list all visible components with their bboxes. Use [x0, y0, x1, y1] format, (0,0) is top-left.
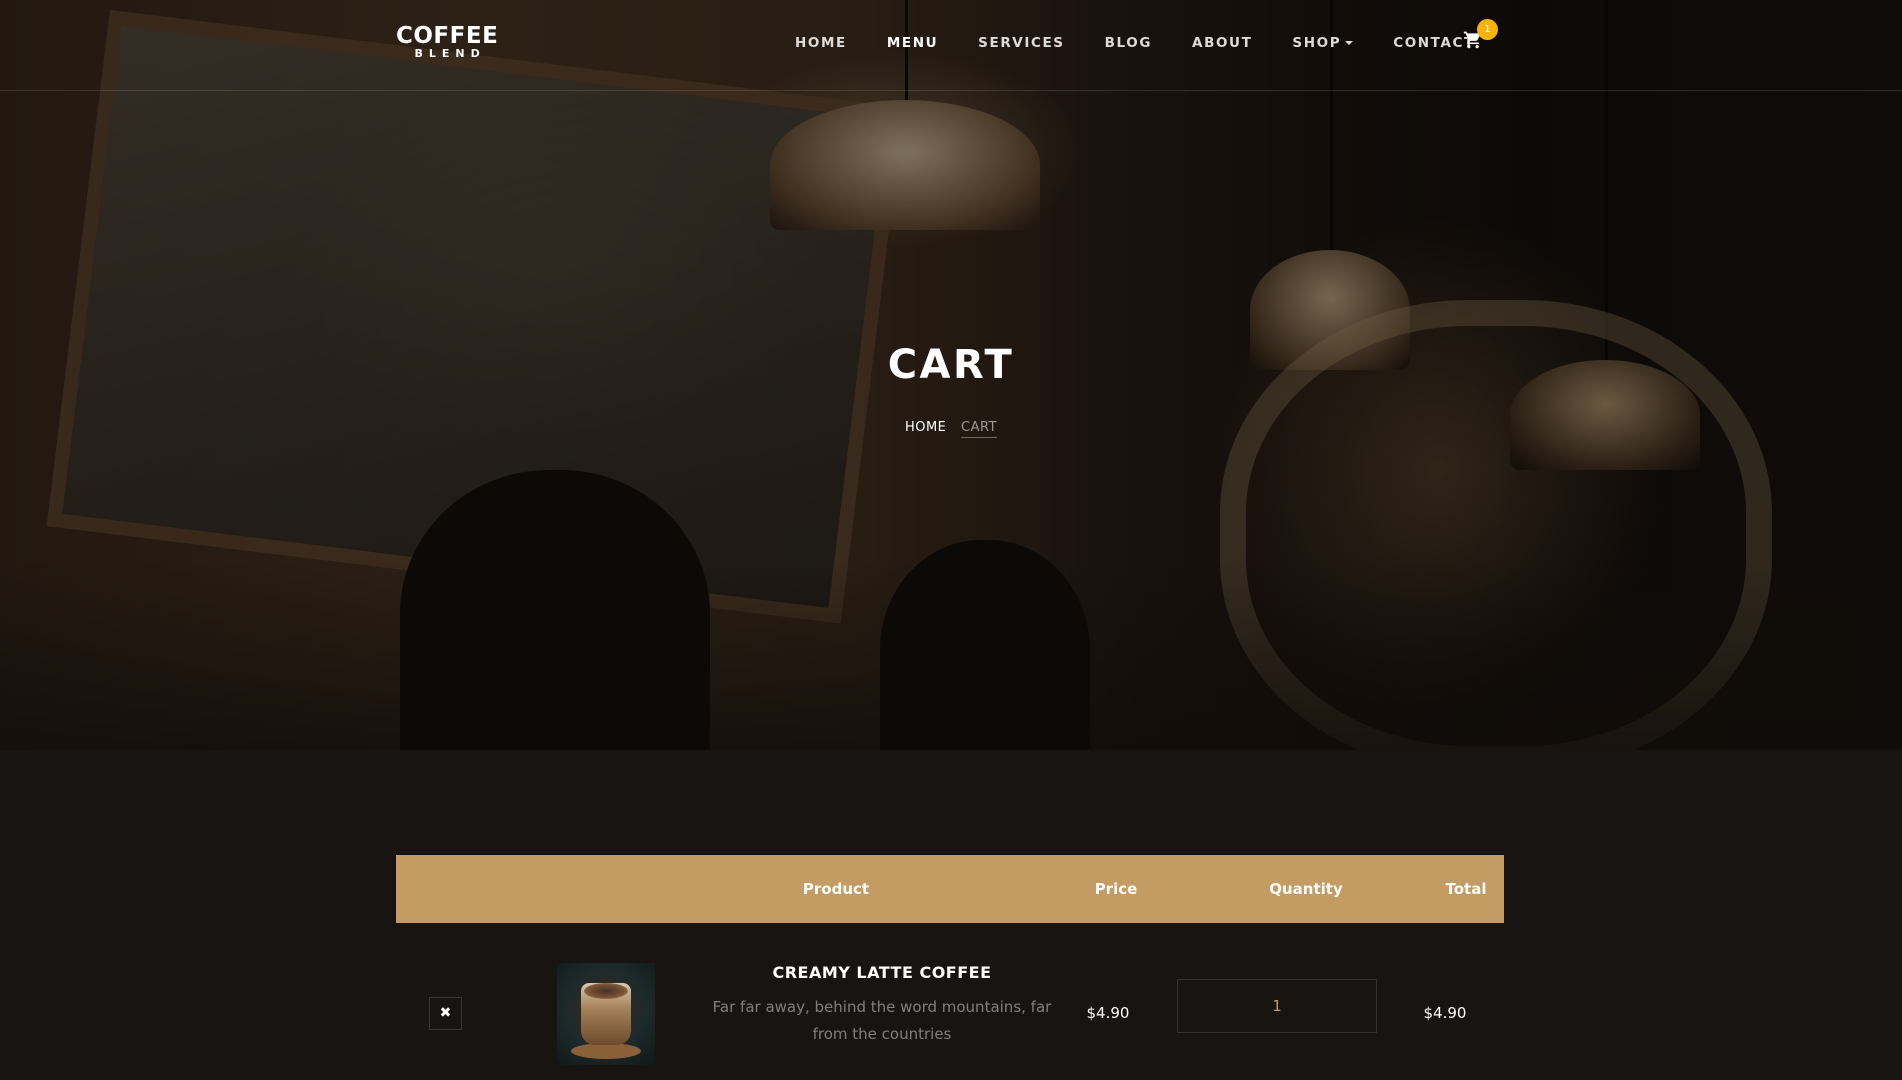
- product-total: $4.90: [1423, 1004, 1467, 1022]
- saucer-shape: [571, 1043, 641, 1059]
- column-header-product: Product: [802, 880, 870, 898]
- navbar: COFFEE BLEND HOME MENU SERVICES BLOG ABO…: [0, 0, 1902, 91]
- quantity-input[interactable]: [1177, 979, 1377, 1033]
- nav-item-blog[interactable]: BLOG: [1105, 34, 1152, 52]
- page-title: CART: [887, 342, 1015, 388]
- product-name[interactable]: CREAMY LATTE COFFEE: [712, 963, 1052, 983]
- nav-item-menu[interactable]: MENU: [887, 34, 938, 52]
- nav-menu: HOME MENU SERVICES BLOG ABOUT SHOP CONTA…: [795, 34, 1515, 52]
- product-price: $4.90: [1086, 1004, 1130, 1022]
- column-header-total: Total: [1445, 880, 1487, 898]
- remove-item-button[interactable]: ✖: [429, 997, 462, 1030]
- brand-logo[interactable]: COFFEE BLEND: [396, 24, 498, 60]
- nav-item-about[interactable]: ABOUT: [1192, 34, 1252, 52]
- cart-section: Product Price Quantity Total ✖ CREAMY LA…: [0, 750, 1902, 1080]
- breadcrumb-current: CART: [961, 420, 998, 438]
- nav-item-home[interactable]: HOME: [795, 34, 847, 52]
- product-description: Far far away, behind the word mountains,…: [712, 998, 1052, 1043]
- breadcrumb: HOME CART: [0, 420, 1902, 438]
- nav-item-shop-dropdown[interactable]: SHOP: [1292, 34, 1354, 52]
- cart-count-badge: 1: [1477, 19, 1498, 40]
- breadcrumb-home-link[interactable]: HOME: [905, 420, 946, 435]
- column-header-quantity: Quantity: [1269, 880, 1343, 898]
- nav-item-services[interactable]: SERVICES: [978, 34, 1064, 52]
- nav-item-shop-label: SHOP: [1292, 35, 1342, 51]
- column-header-price: Price: [1094, 880, 1138, 898]
- close-icon: ✖: [439, 1005, 452, 1021]
- caret-down-icon: [1345, 41, 1354, 45]
- cart-link[interactable]: 1: [1463, 19, 1498, 54]
- foam-shape: [584, 983, 628, 999]
- product-image[interactable]: [557, 963, 655, 1065]
- cart-icon: [1463, 31, 1483, 54]
- cart-table-header: Product Price Quantity Total: [396, 855, 1504, 923]
- brand-name: COFFEE: [396, 23, 499, 49]
- brand-tagline: BLEND: [414, 47, 486, 60]
